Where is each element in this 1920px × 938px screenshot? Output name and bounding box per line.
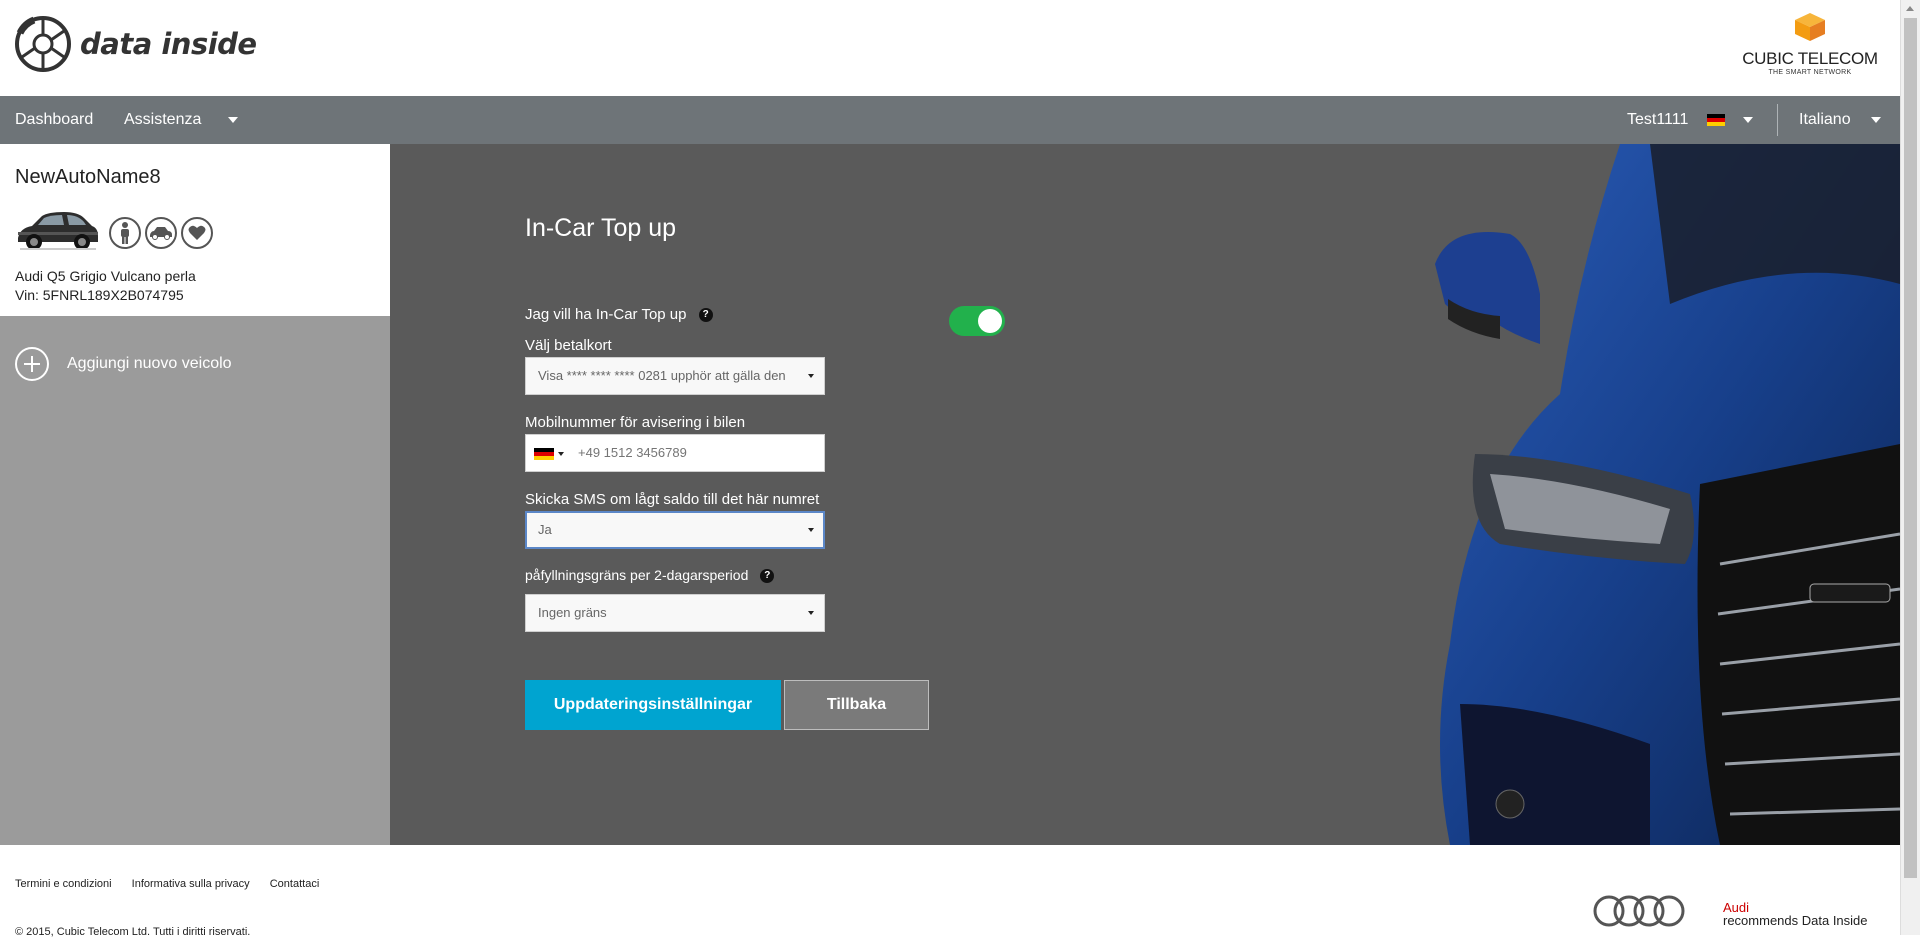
cube-logo-icon bbox=[1795, 13, 1825, 41]
car-icon[interactable] bbox=[145, 217, 177, 249]
help-icon[interactable]: ? bbox=[698, 308, 713, 323]
enable-topup-toggle[interactable] bbox=[949, 306, 1005, 336]
payment-card-select[interactable]: Visa **** **** **** 0281 upphör att gäll… bbox=[525, 357, 825, 395]
scroll-up-icon[interactable] bbox=[1906, 6, 1914, 11]
chevron-down-icon bbox=[808, 611, 814, 615]
page-scrollbar[interactable] bbox=[1900, 0, 1920, 935]
nav-dashboard[interactable]: Dashboard bbox=[15, 96, 93, 144]
audi-recommends: Audi recommends Data Inside bbox=[1723, 901, 1868, 927]
limit-value: Ingen gräns bbox=[538, 605, 607, 620]
vehicle-name: NewAutoName8 bbox=[15, 166, 161, 188]
vehicle-image bbox=[18, 212, 98, 250]
cubic-telecom-logo: CUBIC TELECOM THE SMART NETWORK bbox=[1740, 12, 1880, 76]
user-menu[interactable]: Test1111 bbox=[1627, 96, 1754, 144]
chevron-down-icon bbox=[808, 528, 814, 532]
nav-assistance-label: Assistenza bbox=[124, 111, 202, 128]
mobile-number-field[interactable] bbox=[525, 434, 825, 472]
limit-label: påfyllningsgräns per 2-dagarsperiod ? bbox=[525, 567, 775, 584]
card-label: Välj betalkort bbox=[525, 337, 612, 354]
audi-rings-icon bbox=[1593, 895, 1685, 927]
enable-topup-label: Jag vill ha In-Car Top up ? bbox=[525, 306, 713, 323]
nav-assistance[interactable]: Assistenza bbox=[124, 96, 238, 144]
germany-flag-icon[interactable] bbox=[534, 447, 554, 460]
country-caret-icon[interactable] bbox=[558, 451, 564, 456]
update-settings-button[interactable]: Uppdateringsinställningar bbox=[525, 680, 781, 730]
sms-select[interactable]: Ja bbox=[525, 511, 825, 549]
copyright: © 2015, Cubic Telecom Ltd. Tutti i dirit… bbox=[15, 926, 251, 938]
germany-flag-icon bbox=[1706, 113, 1725, 126]
footer: Termini e condizioni Informativa sulla p… bbox=[0, 845, 1900, 938]
scrollbar-thumb[interactable] bbox=[1904, 18, 1917, 878]
vehicle-vin: Vin: 5FNRL189X2B074795 bbox=[15, 287, 184, 303]
plus-circle-icon bbox=[15, 347, 49, 381]
mobile-number-input[interactable] bbox=[576, 444, 800, 461]
caret-down-icon bbox=[1871, 116, 1882, 123]
main-content: In-Car Top up Jag vill ha In-Car Top up … bbox=[390, 144, 1900, 845]
cubic-telecom-name: CUBIC TELECOM bbox=[1742, 49, 1878, 68]
back-button[interactable]: Tillbaka bbox=[784, 680, 929, 730]
sms-label: Skicka SMS om lågt saldo till det här nu… bbox=[525, 491, 820, 508]
heart-icon[interactable] bbox=[181, 217, 213, 249]
user-name: Test1111 bbox=[1627, 111, 1689, 128]
language-menu[interactable]: Italiano bbox=[1799, 96, 1882, 144]
main-nav: Dashboard Assistenza Test1111 Italiano bbox=[0, 96, 1900, 144]
privacy-link[interactable]: Informativa sulla privacy bbox=[132, 878, 250, 890]
nav-divider bbox=[1777, 104, 1778, 136]
limit-text: påfyllningsgräns per 2-dagarsperiod bbox=[525, 567, 749, 583]
terms-link[interactable]: Termini e condizioni bbox=[15, 878, 112, 890]
caret-down-icon bbox=[227, 116, 238, 123]
add-vehicle-label: Aggiungi nuovo veicolo bbox=[67, 355, 232, 372]
contact-link[interactable]: Contattaci bbox=[270, 878, 320, 890]
sms-value: Ja bbox=[538, 522, 552, 537]
cubic-telecom-tagline: THE SMART NETWORK bbox=[1768, 69, 1852, 76]
vehicle-model: Audi Q5 Grigio Vulcano perla bbox=[15, 268, 196, 284]
toggle-knob bbox=[978, 309, 1002, 333]
footer-links: Termini e condizioni Informativa sulla p… bbox=[15, 878, 336, 890]
limit-select[interactable]: Ingen gräns bbox=[525, 594, 825, 632]
page-title: In-Car Top up bbox=[525, 214, 677, 242]
header: data inside CUBIC TELECOM THE SMART NETW… bbox=[0, 0, 1900, 96]
add-vehicle-button[interactable]: Aggiungi nuovo veicolo bbox=[15, 347, 232, 381]
car-hero-image bbox=[1435, 144, 1900, 845]
payment-card-value: Visa **** **** **** 0281 upphör att gäll… bbox=[538, 368, 786, 383]
help-icon[interactable]: ? bbox=[760, 569, 775, 584]
data-inside-logo[interactable]: data inside bbox=[14, 15, 257, 73]
language-label: Italiano bbox=[1799, 111, 1851, 128]
vehicle-card[interactable]: NewAutoName8 Audi Q5 Grigio Vulcano perl… bbox=[0, 144, 410, 316]
logo-text: data inside bbox=[80, 27, 257, 61]
enable-topup-text: Jag vill ha In-Car Top up bbox=[525, 306, 687, 323]
caret-down-icon bbox=[1743, 116, 1754, 123]
vehicle-actions bbox=[109, 217, 213, 249]
audi-tagline: recommends Data Inside bbox=[1723, 913, 1868, 928]
mobile-label: Mobilnummer för avisering i bilen bbox=[525, 414, 746, 431]
person-icon[interactable] bbox=[109, 217, 141, 249]
wheel-logo-icon bbox=[15, 16, 71, 72]
nav-dashboard-label: Dashboard bbox=[15, 111, 94, 128]
chevron-down-icon bbox=[808, 374, 814, 378]
sidebar: NewAutoName8 Audi Q5 Grigio Vulcano perl… bbox=[0, 144, 410, 845]
